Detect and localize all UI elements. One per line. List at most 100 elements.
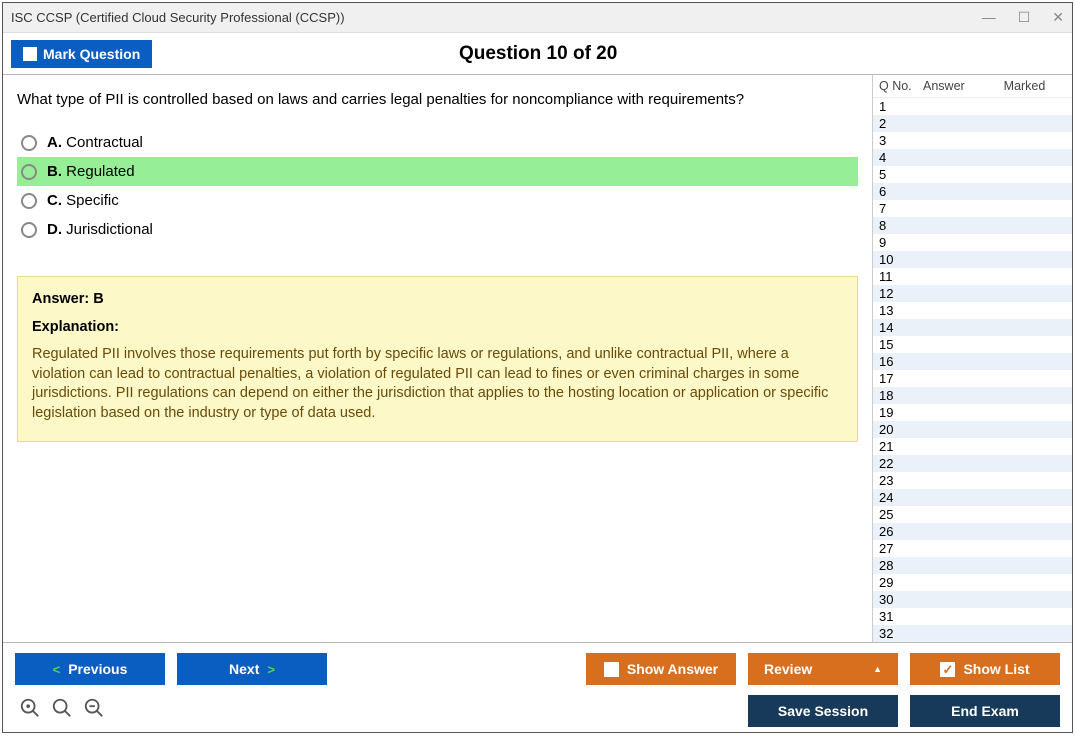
- list-item[interactable]: 22: [873, 455, 1072, 472]
- save-session-label: Save Session: [778, 703, 868, 719]
- header-row: Mark Question Question 10 of 20: [3, 33, 1072, 75]
- checkbox-checked-icon: [940, 662, 955, 677]
- end-exam-button[interactable]: End Exam: [910, 695, 1060, 727]
- show-list-button[interactable]: Show List: [910, 653, 1060, 685]
- show-answer-button[interactable]: Show Answer: [586, 653, 736, 685]
- list-item[interactable]: 6: [873, 183, 1072, 200]
- chevron-right-icon: >: [267, 662, 275, 677]
- qno-cell: 23: [879, 473, 923, 488]
- qno-cell: 26: [879, 524, 923, 539]
- list-item[interactable]: 16: [873, 353, 1072, 370]
- list-item[interactable]: 2: [873, 115, 1072, 132]
- qno-cell: 25: [879, 507, 923, 522]
- qno-cell: 19: [879, 405, 923, 420]
- next-button[interactable]: Next >: [177, 653, 327, 685]
- app-window: ISC CCSP (Certified Cloud Security Profe…: [2, 2, 1073, 733]
- sidebar-body[interactable]: 1234567891011121314151617181920212223242…: [873, 98, 1072, 642]
- list-item[interactable]: 18: [873, 387, 1072, 404]
- qno-cell: 10: [879, 252, 923, 267]
- save-session-button[interactable]: Save Session: [748, 695, 898, 727]
- radio-icon: [21, 164, 37, 180]
- list-item[interactable]: 29: [873, 574, 1072, 591]
- option-b[interactable]: B. Regulated: [17, 157, 858, 186]
- list-item[interactable]: 32: [873, 625, 1072, 642]
- chevron-left-icon: <: [53, 662, 61, 677]
- list-item[interactable]: 25: [873, 506, 1072, 523]
- list-item[interactable]: 17: [873, 370, 1072, 387]
- qno-cell: 24: [879, 490, 923, 505]
- minimize-icon[interactable]: —: [982, 9, 996, 26]
- option-label: D. Jurisdictional: [47, 221, 153, 238]
- qno-cell: 8: [879, 218, 923, 233]
- list-item[interactable]: 13: [873, 302, 1072, 319]
- question-counter: Question 10 of 20: [12, 43, 1064, 65]
- review-button[interactable]: Review ▲: [748, 653, 898, 685]
- option-d[interactable]: D. Jurisdictional: [17, 215, 858, 244]
- list-item[interactable]: 21: [873, 438, 1072, 455]
- list-item[interactable]: 31: [873, 608, 1072, 625]
- next-label: Next: [229, 661, 259, 677]
- window-title: ISC CCSP (Certified Cloud Security Profe…: [11, 10, 345, 25]
- qno-cell: 32: [879, 626, 923, 641]
- list-item[interactable]: 14: [873, 319, 1072, 336]
- list-item[interactable]: 10: [873, 251, 1072, 268]
- qno-cell: 6: [879, 184, 923, 199]
- zoom-controls: [15, 697, 105, 725]
- zoom-out-icon[interactable]: [83, 697, 105, 725]
- qno-cell: 27: [879, 541, 923, 556]
- list-item[interactable]: 19: [873, 404, 1072, 421]
- list-item[interactable]: 28: [873, 557, 1072, 574]
- list-item[interactable]: 5: [873, 166, 1072, 183]
- qno-cell: 11: [879, 269, 923, 284]
- show-list-label: Show List: [963, 661, 1029, 677]
- show-answer-label: Show Answer: [627, 661, 718, 677]
- list-item[interactable]: 15: [873, 336, 1072, 353]
- list-item[interactable]: 26: [873, 523, 1072, 540]
- option-c[interactable]: C. Specific: [17, 186, 858, 215]
- list-item[interactable]: 12: [873, 285, 1072, 302]
- list-item[interactable]: 9: [873, 234, 1072, 251]
- qno-cell: 4: [879, 150, 923, 165]
- list-item[interactable]: 4: [873, 149, 1072, 166]
- qno-cell: 30: [879, 592, 923, 607]
- radio-icon: [21, 193, 37, 209]
- answer-line: Answer: B: [32, 291, 843, 307]
- list-item[interactable]: 24: [873, 489, 1072, 506]
- zoom-in-icon[interactable]: [51, 697, 73, 725]
- qno-cell: 3: [879, 133, 923, 148]
- col-answer: Answer: [923, 79, 983, 93]
- sidebar-header: Q No. Answer Marked: [873, 75, 1072, 98]
- list-item[interactable]: 27: [873, 540, 1072, 557]
- zoom-reset-icon[interactable]: [19, 697, 41, 725]
- qno-cell: 28: [879, 558, 923, 573]
- qno-cell: 1: [879, 99, 923, 114]
- footer: < Previous Next > Show Answer Review ▲ S…: [3, 642, 1072, 732]
- qno-cell: 15: [879, 337, 923, 352]
- list-item[interactable]: 7: [873, 200, 1072, 217]
- options-list: A. Contractual B. Regulated C. Specific D. …: [17, 128, 858, 244]
- radio-icon: [21, 222, 37, 238]
- option-a[interactable]: A. Contractual: [17, 128, 858, 157]
- option-label: B. Regulated: [47, 163, 135, 180]
- body: What type of PII is controlled based on …: [3, 75, 1072, 642]
- explanation-text: Regulated PII involves those requirement…: [32, 345, 843, 423]
- window-controls: — ☐ ✕: [982, 9, 1064, 26]
- end-exam-label: End Exam: [951, 703, 1019, 719]
- list-item[interactable]: 30: [873, 591, 1072, 608]
- close-icon[interactable]: ✕: [1052, 9, 1064, 26]
- qno-cell: 7: [879, 201, 923, 216]
- list-item[interactable]: 8: [873, 217, 1072, 234]
- maximize-icon[interactable]: ☐: [1018, 9, 1031, 26]
- answer-box: Answer: B Explanation: Regulated PII inv…: [17, 276, 858, 442]
- qno-cell: 31: [879, 609, 923, 624]
- qno-cell: 9: [879, 235, 923, 250]
- previous-button[interactable]: < Previous: [15, 653, 165, 685]
- list-item[interactable]: 20: [873, 421, 1072, 438]
- list-item[interactable]: 3: [873, 132, 1072, 149]
- list-item[interactable]: 23: [873, 472, 1072, 489]
- footer-row-2: Save Session End Exam: [15, 695, 1060, 727]
- footer-row-1: < Previous Next > Show Answer Review ▲ S…: [15, 653, 1060, 685]
- list-item[interactable]: 1: [873, 98, 1072, 115]
- option-label: C. Specific: [47, 192, 119, 209]
- list-item[interactable]: 11: [873, 268, 1072, 285]
